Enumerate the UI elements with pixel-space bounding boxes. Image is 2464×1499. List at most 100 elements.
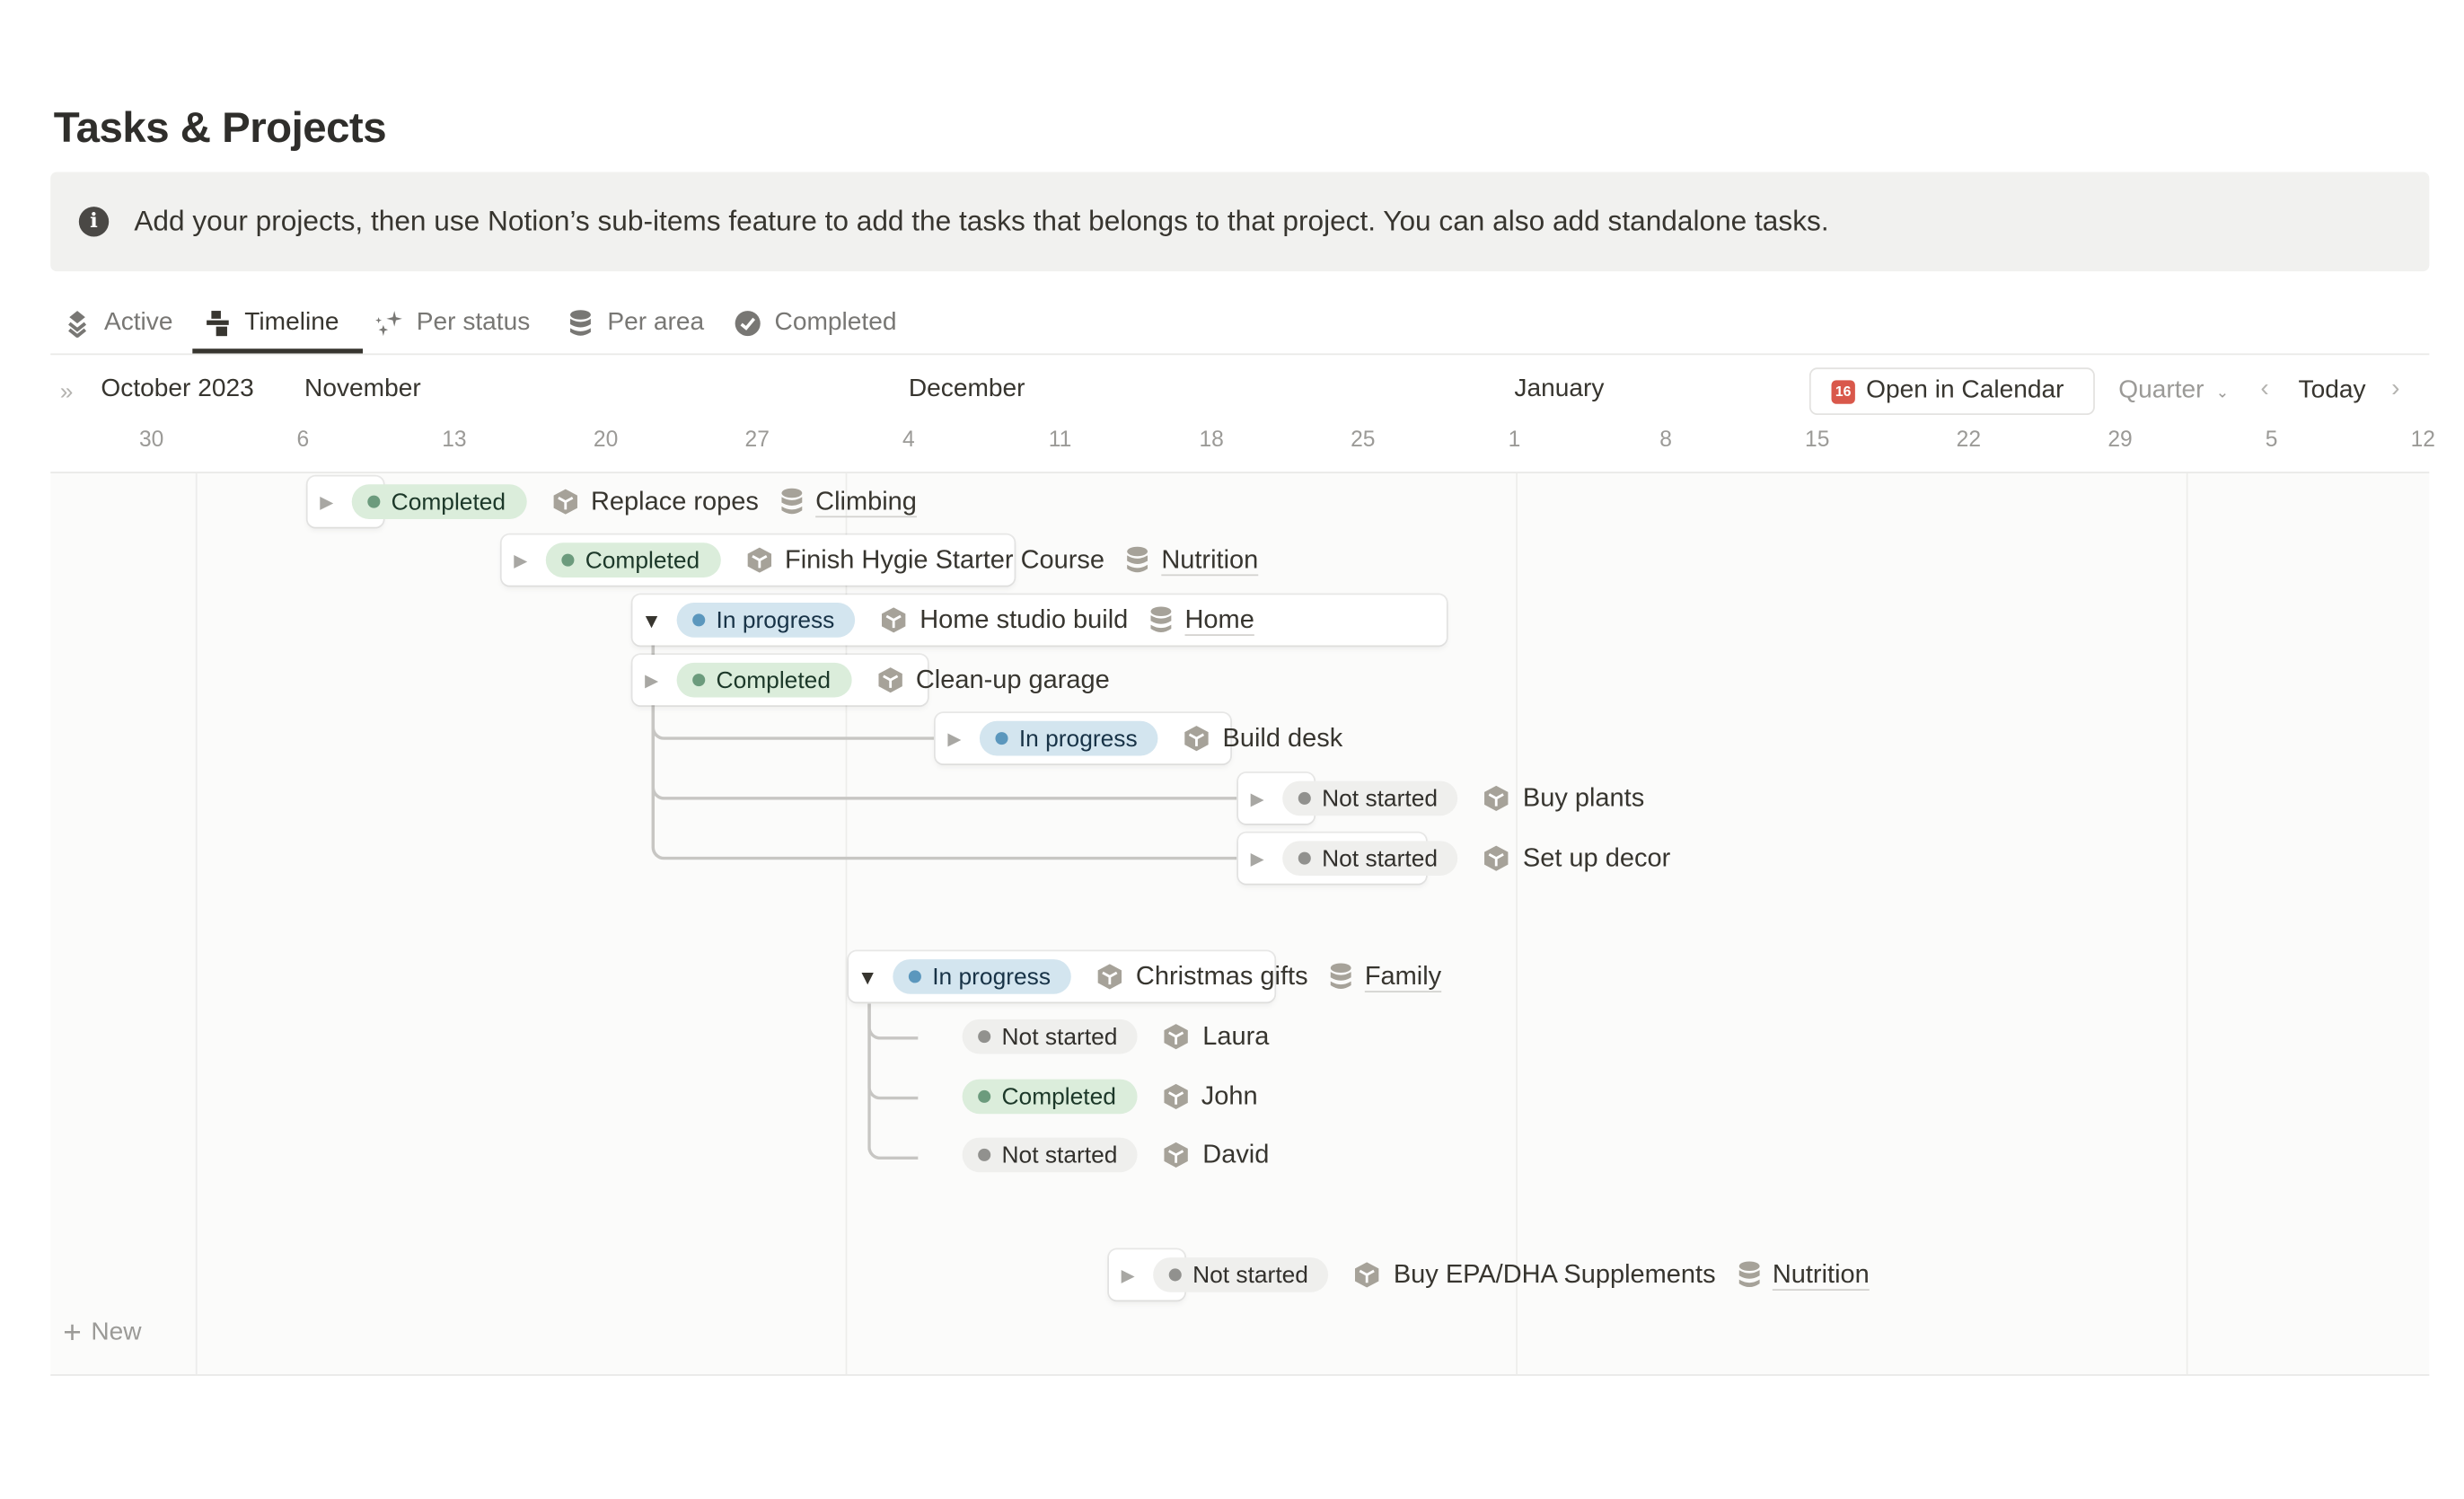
previous-icon[interactable]: ‹ — [2260, 375, 2268, 404]
tabs-divider — [50, 353, 2430, 356]
month-gridline — [1516, 473, 1518, 1375]
week-tick-label: 25 — [1351, 426, 1376, 452]
status-dot-icon — [561, 553, 575, 567]
item-name[interactable]: John — [1201, 1081, 1258, 1111]
package-icon — [1483, 844, 1510, 873]
package-icon — [1483, 784, 1510, 813]
database-icon — [1738, 1261, 1760, 1290]
item-name[interactable]: Replace ropes — [591, 487, 759, 516]
item-name[interactable]: Buy plants — [1523, 783, 1644, 813]
week-tick-label: 1 — [1508, 426, 1521, 452]
status-badge: In progress — [979, 720, 1158, 756]
tab-per-area[interactable]: Per area — [567, 296, 704, 350]
week-tick-label: 11 — [1048, 426, 1072, 452]
timeline-item[interactable]: ▶ Not started Buy EPA/DHA Supplements Nutri… — [1117, 1249, 1870, 1300]
package-icon — [876, 666, 903, 694]
timeline-item[interactable]: Completed John — [962, 1071, 1280, 1122]
timeline-item[interactable]: Not started David — [962, 1130, 1291, 1180]
timeline-item[interactable]: ▶ Completed Clean-up garage — [640, 655, 1131, 705]
database-icon — [1150, 606, 1173, 635]
package-icon — [745, 546, 772, 575]
status-badge: Completed — [676, 662, 851, 698]
package-icon — [1162, 1082, 1189, 1111]
package-icon — [1096, 963, 1123, 992]
caret-right-icon[interactable]: ▶ — [509, 550, 532, 570]
status-badge: Not started — [962, 1137, 1139, 1173]
status-label: Not started — [1322, 844, 1439, 872]
status-label: Not started — [1192, 1261, 1308, 1289]
timeline-item[interactable]: ▼ In progress Home studio build Home — [640, 595, 1254, 645]
area-link[interactable]: Home — [1185, 605, 1254, 635]
status-label: Completed — [1001, 1082, 1116, 1110]
caret-right-icon[interactable]: ▶ — [640, 670, 663, 690]
caret-right-icon[interactable]: ▶ — [1246, 848, 1269, 869]
timeline-item[interactable]: ▶ Completed Replace ropes Climbing — [315, 477, 917, 527]
caret-right-icon[interactable]: ▶ — [315, 491, 338, 512]
expand-sidebar-icon[interactable]: » — [60, 379, 74, 406]
caret-down-icon[interactable]: ▼ — [857, 965, 879, 988]
bottom-divider — [50, 1374, 2430, 1376]
timeline-item[interactable]: ▶ Not started Set up decor — [1246, 833, 1693, 884]
status-dot-icon — [978, 1030, 991, 1044]
status-label: Completed — [585, 546, 700, 574]
new-item-button[interactable]: + New — [63, 1316, 142, 1351]
week-tick-label: 13 — [442, 426, 467, 452]
page-title: Tasks & Projects — [53, 103, 387, 152]
tab-timeline[interactable]: Timeline — [204, 296, 339, 350]
area-link[interactable]: Climbing — [815, 487, 917, 516]
timeline-item[interactable]: ▼ In progress Christmas gifts Family — [857, 951, 1441, 1001]
week-tick-label: 22 — [1956, 426, 1982, 452]
status-badge: Not started — [962, 1018, 1139, 1054]
area-link[interactable]: Family — [1365, 962, 1441, 992]
zoom-level-select[interactable]: Quarter ⌄ — [2118, 377, 2229, 406]
status-badge: Not started — [1282, 780, 1458, 816]
database-icon — [567, 309, 595, 338]
caret-down-icon[interactable]: ▼ — [640, 608, 663, 631]
package-icon — [1163, 1022, 1190, 1051]
status-label: Completed — [391, 488, 506, 516]
item-name[interactable]: Buy EPA/DHA Supplements — [1394, 1260, 1716, 1290]
item-name[interactable]: David — [1202, 1140, 1269, 1169]
item-name[interactable]: Clean-up garage — [916, 665, 1110, 694]
item-name[interactable]: Home studio build — [920, 605, 1128, 635]
week-tick-label: 8 — [1659, 426, 1672, 452]
plus-icon: + — [63, 1316, 82, 1351]
item-name[interactable]: Finish Hygie Starter Course — [785, 545, 1104, 575]
week-tick-label: 29 — [2108, 426, 2133, 452]
package-icon — [1163, 1141, 1190, 1169]
week-tick-label: 20 — [593, 426, 619, 452]
item-name[interactable]: Build desk — [1223, 723, 1343, 753]
item-name[interactable]: Set up decor — [1523, 843, 1670, 873]
status-dot-icon — [995, 732, 1008, 745]
timeline-item[interactable]: ▶ Not started Buy plants — [1246, 773, 1667, 824]
timeline-item[interactable]: Not started Laura — [962, 1011, 1291, 1062]
status-dot-icon — [908, 970, 921, 983]
status-badge: Completed — [351, 484, 526, 519]
next-icon[interactable]: › — [2391, 375, 2399, 404]
area-link[interactable]: Nutrition — [1161, 545, 1258, 575]
package-icon — [551, 488, 578, 516]
status-dot-icon — [1298, 851, 1311, 865]
timeline-item[interactable]: ▶ In progress Build desk — [944, 713, 1365, 763]
open-in-calendar-button[interactable]: 16 Open in Calendar — [1808, 367, 2095, 416]
item-name[interactable]: Laura — [1202, 1021, 1269, 1051]
week-tick-label: 15 — [1805, 426, 1830, 452]
caret-right-icon[interactable]: ▶ — [944, 728, 966, 748]
item-name[interactable]: Christmas gifts — [1136, 962, 1308, 992]
tab-completed[interactable]: Completed — [734, 296, 896, 350]
tab-active[interactable]: Active — [63, 296, 172, 350]
caret-right-icon[interactable]: ▶ — [1117, 1265, 1140, 1285]
today-button[interactable]: Today — [2299, 377, 2366, 406]
timeline-item[interactable]: ▶ Completed Finish Hygie Starter Course Nut… — [509, 535, 1258, 586]
caret-right-icon[interactable]: ▶ — [1246, 788, 1269, 808]
tab-label: Per status — [416, 309, 531, 337]
notion-page: Tasks & Projects i Add your projects, th… — [0, 0, 2464, 1499]
area-link[interactable]: Nutrition — [1773, 1260, 1870, 1290]
package-icon — [1184, 724, 1210, 753]
month-gridline — [195, 473, 198, 1375]
status-badge: In progress — [676, 603, 856, 638]
status-label: In progress — [932, 963, 1052, 991]
tab-per-status[interactable]: Per status — [375, 296, 530, 350]
new-label: New — [91, 1318, 142, 1346]
callout-text: Add your projects, then use Notion’s sub… — [134, 205, 1829, 237]
